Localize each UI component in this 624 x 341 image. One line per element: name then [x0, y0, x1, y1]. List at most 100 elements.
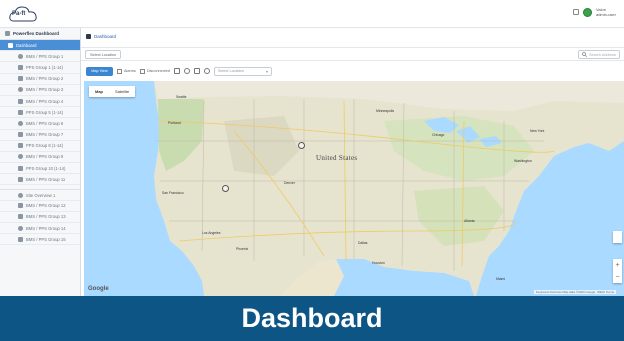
sidebar-item[interactable]: BMS / PPS Group 6	[0, 118, 80, 130]
alarms-checkbox[interactable]: Alarms	[117, 68, 136, 74]
device-icon	[18, 120, 23, 126]
city-label: Minneapolis	[376, 109, 395, 113]
city-label: Atlanta	[464, 219, 475, 223]
sidebar-item-label: BMS / PPS Group 4	[26, 98, 64, 104]
map-view[interactable]: Map Satellite United States Seattle Port…	[84, 81, 624, 296]
search-input[interactable]: Search Address	[578, 50, 620, 59]
banner-title: Dashboard	[241, 303, 383, 333]
device-icon	[18, 192, 23, 198]
location-icon[interactable]	[203, 68, 210, 74]
checkbox-box	[139, 68, 145, 74]
search-placeholder: Search Address	[589, 52, 616, 57]
city-label: Denver	[284, 181, 295, 185]
map-copyright[interactable]: Keyboard shortcuts Map data ©2023 Google…	[533, 290, 616, 294]
device-icon	[18, 165, 23, 171]
sidebar-item[interactable]: BMS / PPS Group 3	[0, 85, 80, 96]
disconnected-label: Disconnected	[146, 69, 170, 73]
device-icon	[18, 225, 23, 231]
device-icon	[18, 203, 23, 209]
sidebar-item[interactable]: BMS / PPS Group 4	[0, 96, 80, 108]
sidebar-item[interactable]: Site Overview 1	[0, 189, 80, 201]
settings-icon[interactable]	[193, 68, 200, 74]
sidebar-item-label: BMS / PPS Group 6	[26, 120, 64, 126]
sidebar-item[interactable]: BMS / PPS Group 13	[0, 212, 80, 223]
device-icon	[18, 143, 23, 149]
sidebar-item[interactable]: BMS / PPS Group 15	[0, 234, 80, 246]
user-menu[interactable]: Valon admin-user	[596, 7, 616, 17]
refresh-icon[interactable]	[183, 68, 190, 74]
sidebar-item[interactable]: BMS / PPS Group 2	[0, 74, 80, 85]
alarms-label: Alarms	[124, 69, 136, 73]
location-filter-button[interactable]: Select Location	[85, 50, 121, 59]
sidebar-item[interactable]: PPS Group 5 (1-14)	[0, 107, 80, 119]
sidebar-header: Powerflex Dashboard	[0, 28, 80, 40]
notification-icon[interactable]	[572, 9, 579, 15]
sidebar-item[interactable]: BMS / PPS Group 14	[0, 223, 80, 235]
layers-icon[interactable]	[173, 68, 180, 74]
location-select[interactable]: Select Location ▾	[213, 66, 272, 76]
city-label: Los Angeles	[202, 231, 221, 235]
location-marker-icon[interactable]	[222, 185, 229, 192]
map-view-label: Map View	[91, 69, 108, 73]
device-icon	[18, 76, 23, 82]
sidebar-item[interactable]: PPS Group 1 (1-14)	[0, 62, 80, 74]
city-label: New York	[530, 129, 545, 133]
sidebar-item-label: PPS Group 5 (1-14)	[26, 109, 64, 115]
map-type-map[interactable]: Map	[89, 86, 109, 97]
sidebar-item-label: BMS / PPS Group 11	[26, 176, 66, 182]
device-icon	[18, 214, 23, 220]
city-label: San Francisco	[162, 191, 184, 195]
sidebar-item-label: BMS / PPS Group 9	[26, 154, 64, 160]
sidebar-list: Dashboard BMS / PPS Group 1 PPS Group 1 (1…	[0, 40, 80, 246]
checkbox-box	[117, 68, 122, 74]
sidebar-item-label: PPS Group 1 (1-14)	[26, 64, 64, 70]
city-label: Washington	[514, 159, 532, 163]
street-view-pegman-icon[interactable]	[613, 231, 622, 243]
device-icon	[18, 154, 23, 160]
sidebar-item[interactable]: BMS / PPS Group 11	[0, 174, 80, 186]
sidebar-title: Powerflex Dashboard	[13, 31, 60, 36]
sidebar-item[interactable]: Dashboard	[0, 40, 80, 52]
google-logo: Google	[88, 286, 109, 292]
device-icon	[18, 132, 23, 138]
zoom-out-button[interactable]: −	[615, 274, 619, 281]
sidebar-item[interactable]: PPS Group 8 (1-14)	[0, 141, 80, 152]
map-view-button[interactable]: Map View	[86, 66, 113, 76]
sidebar-item[interactable]: BMS / PPS Group 12	[0, 201, 80, 212]
device-icon	[18, 98, 23, 104]
sidebar-item-label: Site Overview 1	[26, 192, 56, 198]
zoom-control: + −	[613, 259, 622, 283]
sidebar-item[interactable]: BMS / PPS Group 9	[0, 152, 80, 164]
city-label: Dallas	[358, 241, 368, 245]
map-toolbar: Map View Alarms Disconnected Select Loca…	[81, 63, 624, 79]
breadcrumb: Dashboard	[86, 31, 116, 41]
sidebar-item-label: PPS Group 8 (1-14)	[26, 143, 64, 149]
city-label: Portland	[168, 121, 181, 125]
zoom-in-button[interactable]: +	[615, 262, 619, 269]
status-indicator-icon	[582, 7, 592, 17]
sidebar-item-label: BMS / PPS Group 3	[26, 87, 64, 93]
sidebar-item-label: BMS / PPS Group 7	[26, 132, 64, 138]
map-canvas	[84, 81, 624, 296]
sidebar: Powerflex Dashboard Dashboard BMS / PPS G…	[0, 28, 81, 296]
sidebar-item[interactable]: BMS / PPS Group 1	[0, 51, 80, 63]
sidebar-item[interactable]: BMS / PPS Group 7	[0, 130, 80, 141]
map-type-satellite[interactable]: Satellite	[109, 86, 135, 97]
sidebar-item-label: BMS / PPS Group 13	[26, 214, 66, 220]
sidebar-item[interactable]: PPS Group 10 (1-14)	[0, 163, 80, 175]
city-label: Chicago	[432, 133, 445, 137]
filter-bar: Select Location Search Address	[81, 47, 624, 61]
sidebar-item-label: Dashboard	[16, 42, 37, 48]
city-label: Phoenix	[236, 247, 249, 251]
sidebar-item-label: BMS / PPS Group 15	[26, 236, 66, 242]
disconnected-checkbox[interactable]: Disconnected	[139, 68, 170, 74]
device-icon	[18, 109, 23, 115]
sidebar-item-label: BMS / PPS Group 2	[26, 76, 64, 82]
location-select-placeholder: Select Location	[217, 69, 244, 73]
location-marker-icon[interactable]	[298, 142, 305, 149]
caption-banner: Dashboard	[0, 296, 624, 341]
country-label: United States	[316, 154, 358, 162]
breadcrumb-label[interactable]: Dashboard	[94, 34, 116, 39]
device-icon	[18, 53, 23, 59]
logo-text: Pa-ft	[12, 11, 26, 17]
